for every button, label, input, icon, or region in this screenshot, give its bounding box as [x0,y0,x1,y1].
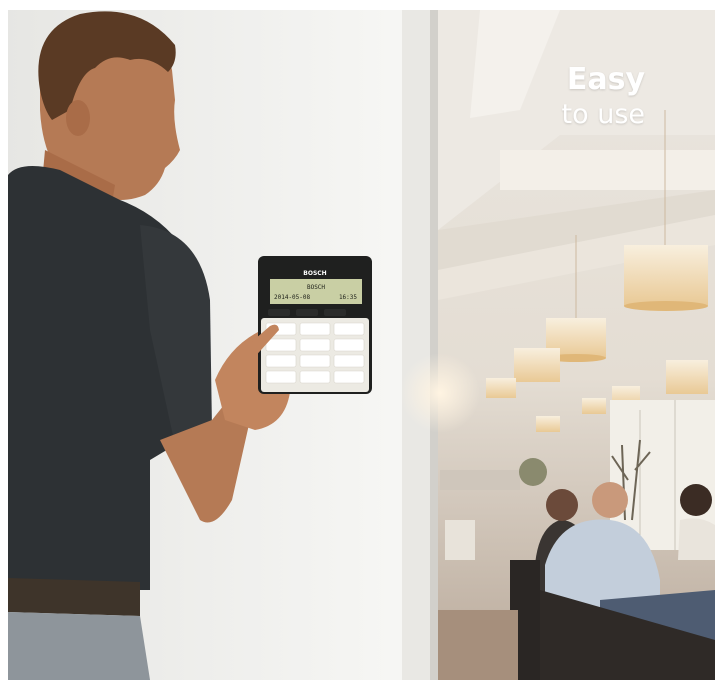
photo-scene: BOSCH BOSCH 2014-05-08 16:35 Easy to use [0,0,715,680]
keypad-brand: BOSCH [303,270,326,277]
keypad-display-time: 16:35 [339,294,357,301]
headline-line1: Easy [566,62,645,97]
jeans [8,612,150,680]
headline: Easy to use [562,62,645,132]
keypad-display-date: 2014-05-08 [274,294,311,301]
headline-line2: to use [561,99,645,130]
keypad-display-line1: BOSCH [307,284,325,291]
belt [8,578,140,616]
light-flare [400,353,480,433]
